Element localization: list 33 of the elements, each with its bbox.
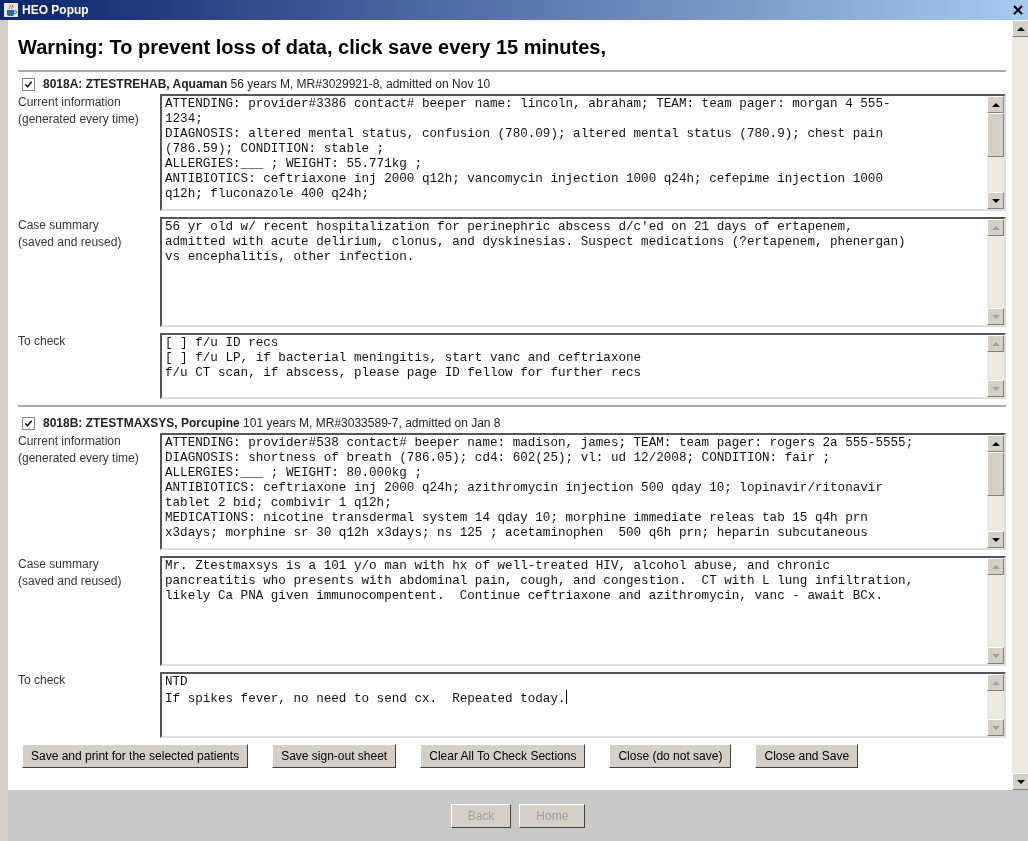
field-label: To check (18, 333, 67, 350)
text-area[interactable]: [ ] f/u ID recs [ ] f/u LP, if bacterial meningitis, start vanc and ceftriaxone f/u CT scan, if abscess, please page ID fellow for further recs (160, 333, 1006, 399)
scrollbar[interactable] (987, 335, 1004, 397)
checkbox[interactable] (22, 416, 35, 430)
scrollbar[interactable] (987, 219, 1004, 325)
action-button[interactable]: Save and print for the selected patients (22, 744, 249, 768)
text-area[interactable]: 56 yr old w/ recent hospitalization for perinephric abscess d/c'ed on 21 days of ertapenem, admitted with acute delirium, clonus, and dyskinesias. Suspect medications (?ertapenem, phenergan) vs encephalitis, other infection. (160, 217, 1006, 327)
scrollbar[interactable] (987, 558, 1004, 664)
action-button[interactable]: Save sign-out sheet (272, 744, 397, 768)
field-label: To check (18, 672, 67, 689)
field-label: Current information (generated every time) (18, 433, 140, 467)
app-icon (4, 3, 18, 17)
text-area[interactable]: NTD If spikes fever, no need to send cx. Repeated today. (160, 672, 1006, 738)
checkbox[interactable] (22, 77, 35, 91)
close-icon[interactable] (1012, 4, 1024, 16)
scrollbar[interactable] (1012, 20, 1028, 790)
patient-header: 8018A: ZTESTREHAB, Aquaman 56 years M, MR#3029921-8, admitted on Nov 10 (43, 76, 491, 93)
field-label: Case summary (saved and reused) (18, 556, 123, 590)
field-label: Current information (generated every time) (18, 94, 140, 128)
text-area[interactable]: Mr. Ztestmaxsys is a 101 y/o man with hx of well-treated HIV, alcohol abuse, and chronic pancreatitis who presents with abdominal pain, cough, and congestion. CT with L lung infiltration, likely Ca PNA given immunocompentent. Continue ceftriaxone and azithromycin, vanc - await BCx. (160, 556, 1006, 666)
patient-header: 8018B: ZTESTMAXSYS, Porcupine 101 years M, MR#3033589-7, admitted on Jan 8 (43, 415, 501, 432)
scrollbar[interactable] (987, 674, 1004, 736)
text-area[interactable]: ATTENDING: provider#3386 contact# beeper name: lincoln, abraham; TEAM: team pager: morgan 4 555- 1234; DIAGNOSIS: altered mental status, confusion (780.09); altered mental status (780.9); chest pain (786.59); CONDITION: stable ; ALLERGIES:___ ; WEIGHT: 55.771kg ; ANTIBIOTICS: ceftriaxone inj 2000 q12h; vancomycin injection 1000 q24h; cefepime injection 1000 q12h; fluconazole 400 q24h; (160, 94, 1006, 211)
scrollbar[interactable] (987, 435, 1004, 548)
text-area[interactable]: ATTENDING: provider#538 contact# beeper name: madison, james; TEAM: team pager: rogers 2a 555-5555; DIAGNOSIS: shortness of breath (786.05); cd4: 602(25); vl: ud 12/2008; CONDITION: fair ; ALLERGIES:___ ; WEIGHT: 80.000kg ; ANTIBIOTICS: ceftriaxone inj 2000 q24h; azithromycin injection 500 qday 10; lopinavir/ritonavir tablet 2 bid; combivir 1 q12h; MEDICATIONS: nicotine transdermal system 14 qday 10; morphine immediate releas tab 15 q4h prn x3days; morphine sr 30 q12h x3days; ns 125 ; acetaminophen 500 q6h prn; heparin subcutaneous (160, 433, 1006, 550)
action-button[interactable]: Close (do not save) (609, 744, 732, 768)
scrollbar[interactable] (987, 96, 1004, 209)
window-title: HEO Popup (22, 2, 89, 19)
warning-heading: Warning: To prevent loss of data, click save every 15 minutes, (18, 35, 607, 60)
text-cursor (565, 690, 567, 704)
action-button[interactable]: Close and Save (755, 744, 859, 768)
field-label: Case summary (saved and reused) (18, 217, 123, 251)
action-button[interactable]: Clear All To Check Sections (420, 744, 586, 768)
